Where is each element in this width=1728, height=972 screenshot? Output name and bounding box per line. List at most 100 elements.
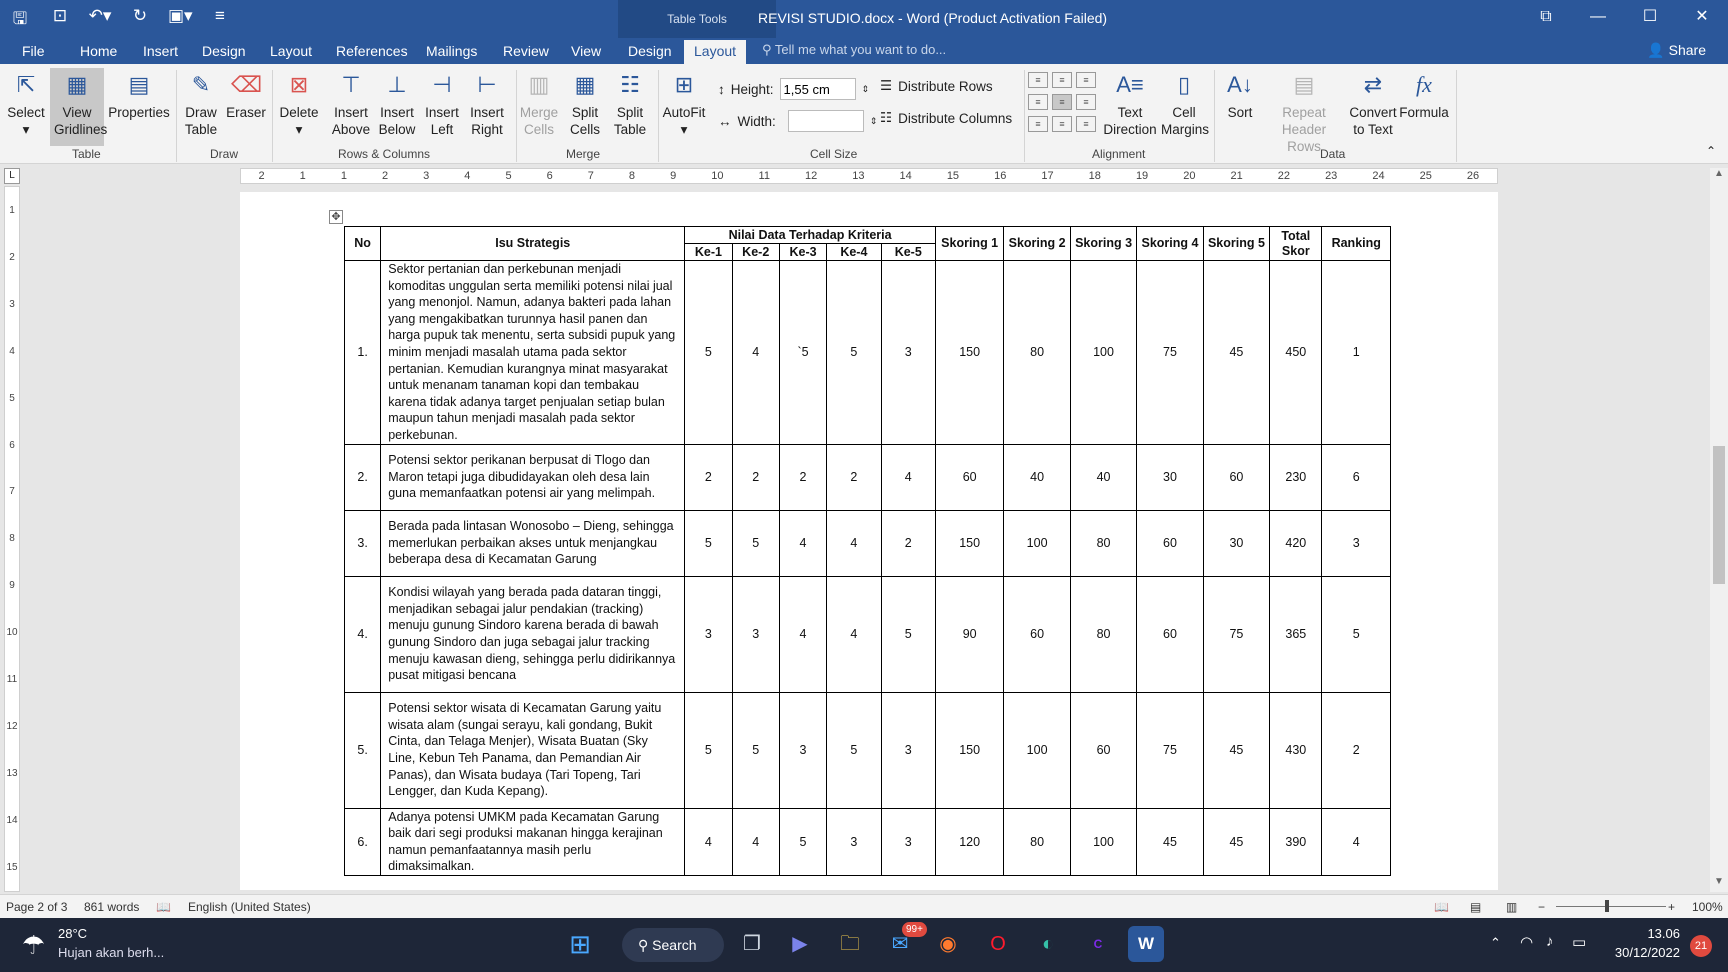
insert-below-button[interactable]: ⊥ Insert Below bbox=[374, 68, 420, 138]
row-s1[interactable]: 150 bbox=[934, 260, 1005, 445]
row-isu[interactable]: Potensi sektor wisata di Kecamatan Garun… bbox=[380, 691, 686, 809]
tab-insert[interactable]: Insert bbox=[143, 42, 178, 64]
row-no[interactable]: 3. bbox=[343, 509, 382, 577]
close-button[interactable]: ✕ bbox=[1676, 0, 1728, 36]
weather-forecast[interactable]: Hujan akan berh... bbox=[58, 945, 164, 960]
edge-icon[interactable]: ◐ bbox=[1030, 926, 1066, 962]
row-ke1[interactable]: 4 bbox=[684, 807, 733, 876]
row-s5[interactable]: 60 bbox=[1202, 443, 1271, 511]
sort-button[interactable]: A↓ Sort bbox=[1218, 68, 1262, 121]
scroll-up-icon[interactable]: ▲ bbox=[1710, 168, 1728, 184]
scrollbar-thumb[interactable] bbox=[1713, 446, 1725, 584]
tab-design[interactable]: Design bbox=[202, 42, 246, 64]
maximize-button[interactable]: ☐ bbox=[1624, 0, 1676, 36]
undo-icon[interactable]: ↶▾ bbox=[88, 6, 112, 35]
wifi-icon[interactable]: ◠ bbox=[1520, 933, 1533, 951]
row-ke3[interactable]: 4 bbox=[778, 509, 828, 577]
tab-view[interactable]: View bbox=[571, 42, 601, 64]
row-ke1[interactable]: 3 bbox=[684, 575, 733, 693]
properties-button[interactable]: ▤ Properties bbox=[106, 68, 172, 121]
row-s3[interactable]: 80 bbox=[1069, 575, 1138, 693]
row-ke2[interactable]: 5 bbox=[731, 691, 780, 809]
touch-mode-icon[interactable]: ⊡ bbox=[48, 6, 72, 35]
row-s2[interactable]: 100 bbox=[1003, 691, 1071, 809]
distribute-columns-button[interactable]: ☷ Distribute Columns bbox=[880, 110, 1012, 126]
row-total[interactable]: 450 bbox=[1269, 260, 1323, 445]
insert-left-button[interactable]: ⊣ Insert Left bbox=[420, 68, 464, 138]
opera-icon[interactable]: O bbox=[980, 926, 1016, 962]
row-s2[interactable]: 60 bbox=[1003, 575, 1071, 693]
vertical-scrollbar[interactable]: ▲ ▼ bbox=[1710, 168, 1728, 892]
vertical-ruler[interactable]: 1 2 3 4 5 6 7 8 9 10 11 12 13 14 15 bbox=[4, 186, 20, 892]
row-s5[interactable]: 30 bbox=[1202, 509, 1271, 577]
save-icon[interactable]: 🖫 bbox=[8, 6, 32, 35]
row-s3[interactable]: 80 bbox=[1069, 509, 1138, 577]
row-isu[interactable]: Sektor pertanian dan perkebunan menjadi … bbox=[380, 260, 686, 445]
row-total[interactable]: 420 bbox=[1269, 509, 1323, 577]
width-input[interactable] bbox=[787, 110, 864, 132]
align-bottom-center-icon[interactable]: ≡ bbox=[1052, 116, 1072, 132]
weather-temperature[interactable]: 28°C bbox=[58, 926, 87, 941]
row-no[interactable]: 1. bbox=[343, 260, 382, 445]
table-row[interactable]: 5. Potensi sektor wisata di Kecamatan Gar… bbox=[343, 691, 1391, 809]
row-ke2[interactable]: 4 bbox=[731, 260, 780, 445]
align-top-center-icon[interactable]: ≡ bbox=[1052, 72, 1072, 88]
zoom-out-icon[interactable]: − bbox=[1538, 900, 1545, 914]
tab-mailings[interactable]: Mailings bbox=[426, 42, 477, 64]
row-ke3[interactable]: `5 bbox=[778, 260, 828, 445]
align-top-left-icon[interactable]: ≡ bbox=[1028, 72, 1048, 88]
align-bottom-left-icon[interactable]: ≡ bbox=[1028, 116, 1048, 132]
row-ke1[interactable]: 2 bbox=[684, 443, 733, 511]
row-s4[interactable]: 75 bbox=[1136, 691, 1204, 809]
row-ke1[interactable]: 5 bbox=[684, 260, 733, 445]
redo-icon[interactable]: ↻ bbox=[128, 6, 152, 35]
read-mode-icon[interactable]: 📖 bbox=[1434, 900, 1449, 914]
row-rank[interactable]: 3 bbox=[1321, 509, 1391, 577]
zoom-level[interactable]: 100% bbox=[1692, 900, 1723, 914]
tell-me-search[interactable]: ⚲ Tell me what you want to do... bbox=[762, 42, 946, 58]
zoom-in-icon[interactable]: + bbox=[1668, 900, 1675, 914]
ribbon-display-icon[interactable]: ⧉ bbox=[1520, 0, 1572, 36]
insert-right-button[interactable]: ⊢ Insert Right bbox=[464, 68, 510, 138]
table-row[interactable]: 4. Kondisi wilayah yang berada pada datar… bbox=[343, 575, 1391, 693]
row-total[interactable]: 390 bbox=[1269, 807, 1323, 876]
tab-layout[interactable]: Layout bbox=[270, 42, 312, 64]
row-ke4[interactable]: 3 bbox=[826, 807, 882, 876]
customize-qat-icon[interactable]: ≡ bbox=[208, 6, 232, 35]
formula-button[interactable]: fx Formula bbox=[1398, 68, 1450, 121]
row-s1[interactable]: 150 bbox=[934, 691, 1005, 809]
row-s5[interactable]: 45 bbox=[1202, 807, 1271, 876]
show-hidden-icons-icon[interactable]: ⌃ bbox=[1490, 935, 1501, 951]
tab-selector[interactable]: L bbox=[4, 168, 20, 184]
row-s3[interactable]: 40 bbox=[1069, 443, 1138, 511]
chat-icon[interactable]: ▶ bbox=[782, 926, 818, 962]
row-total[interactable]: 230 bbox=[1269, 443, 1323, 511]
row-ke5[interactable]: 2 bbox=[880, 509, 936, 577]
row-s1[interactable]: 60 bbox=[934, 443, 1005, 511]
row-rank[interactable]: 5 bbox=[1321, 575, 1391, 693]
battery-icon[interactable]: ▭ bbox=[1572, 933, 1586, 951]
merge-cells-button[interactable]: ▥ Merge Cells bbox=[518, 68, 560, 138]
row-ke2[interactable]: 4 bbox=[731, 807, 780, 876]
insert-above-button[interactable]: ⊤ Insert Above bbox=[328, 68, 374, 138]
file-explorer-icon[interactable]: 🗀 bbox=[832, 926, 868, 962]
view-gridlines-button[interactable]: ▦ View Gridlines bbox=[50, 68, 107, 146]
height-spinner-icon[interactable]: ⇕ bbox=[862, 84, 870, 95]
windows-start-icon[interactable]: ⊞ bbox=[562, 926, 598, 962]
row-ke5[interactable]: 3 bbox=[880, 260, 936, 445]
row-no[interactable]: 5. bbox=[343, 691, 382, 809]
table-row[interactable]: 3. Berada pada lintasan Wonosobo – Dieng,… bbox=[343, 509, 1391, 577]
row-rank[interactable]: 4 bbox=[1321, 807, 1391, 876]
row-s5[interactable]: 45 bbox=[1202, 691, 1271, 809]
notification-badge[interactable]: 21 bbox=[1690, 935, 1712, 957]
row-s4[interactable]: 60 bbox=[1136, 575, 1204, 693]
table-row[interactable]: 1. Sektor pertanian dan perkebunan menjad… bbox=[343, 260, 1391, 445]
row-ke5[interactable]: 3 bbox=[880, 807, 936, 876]
row-rank[interactable]: 6 bbox=[1321, 443, 1391, 511]
row-ke4[interactable]: 4 bbox=[826, 575, 882, 693]
proofing-icon[interactable]: 📖 bbox=[156, 900, 171, 914]
page-count[interactable]: Page 2 of 3 bbox=[6, 900, 67, 914]
tab-file[interactable]: File bbox=[22, 42, 45, 64]
canva-icon[interactable]: C bbox=[1080, 926, 1116, 962]
zoom-slider[interactable] bbox=[1556, 906, 1666, 907]
